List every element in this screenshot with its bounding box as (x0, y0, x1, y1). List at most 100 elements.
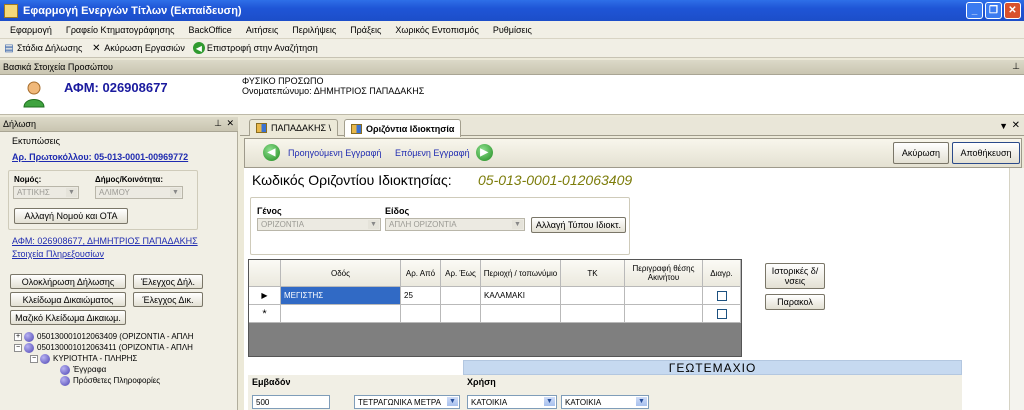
historic-addresses-button[interactable]: Ιστορικές δ/νσεις (765, 263, 825, 289)
tree-item-label: ΚΥΡΙΟΤΗΤΑ - ΠΛΗΡΗΣ (53, 354, 138, 364)
person-avatar-icon (23, 81, 45, 108)
person-name: Ονοματεπώνυμο: ΔΗΜΗΤΡΙΟΣ ΠΑΠΑΔΑΚΗΣ (242, 86, 425, 96)
cancel-button[interactable]: Ακύρωση (893, 142, 949, 164)
pin-icon[interactable]: ⊥ (1012, 61, 1020, 72)
table-cell[interactable]: ΜΕΓΙΣΤΗΣ (281, 287, 401, 305)
tree-item[interactable]: − 050130001012063411 (ΟΡΙΖΟΝΤΙΑ - ΑΠΛΗ (14, 343, 238, 354)
complete-declaration-button[interactable]: Ολοκλήρωση Δήλωσης (10, 274, 126, 289)
tree-item[interactable]: Έγγραφα (14, 365, 238, 376)
column-header[interactable]: Αρ. Από (401, 260, 441, 287)
table-cell[interactable] (441, 305, 481, 323)
column-header[interactable]: Περιγραφή θέσης Ακινήτου (625, 260, 703, 287)
menu-perilipseis[interactable]: Περιλήψεις (285, 25, 343, 35)
table-cell[interactable] (625, 305, 703, 323)
collapse-icon[interactable]: − (30, 355, 38, 363)
menu-backoffice[interactable]: BackOffice (181, 25, 238, 35)
tab-horizontal-property[interactable]: Οριζόντια Ιδιοκτησία (344, 119, 462, 137)
area-input[interactable]: 500 (252, 395, 330, 409)
delete-checkbox[interactable] (716, 290, 727, 301)
save-button[interactable]: Αποθήκευση (952, 142, 1020, 164)
property-code-value: 05-013-0001-012063409 (478, 172, 633, 188)
close-panel-icon[interactable]: ✕ (226, 118, 234, 129)
delete-checkbox[interactable] (716, 308, 727, 319)
area-label: Εμβαδόν (252, 377, 291, 387)
tab-papadakis[interactable]: ΠΑΠΑΔΑΚΗΣ \ (249, 119, 339, 136)
dimos-select[interactable]: ΑΛΙΜΟΥ ▼ (95, 186, 183, 199)
person-panel-header: Βασικά Στοιχεία Προσώπου ⊥ (0, 60, 1024, 75)
declaration-tree: +050130001012063409 (ΟΡΙΖΟΝΤΙΑ - ΑΠΛΗ − 0… (14, 332, 238, 410)
stadia-button[interactable]: ▤ Στάδια Δήλωσης (3, 42, 82, 54)
table-cell[interactable]: 25 (401, 287, 441, 305)
tree-item[interactable]: +050130001012063409 (ΟΡΙΖΟΝΤΙΑ - ΑΠΛΗ (14, 332, 238, 343)
table-cell[interactable] (481, 305, 561, 323)
eidos-select[interactable]: ΑΠΛΗ ΟΡΙΖΟΝΤΙΑ ▼ (385, 218, 525, 231)
table-cell[interactable]: ΚΑΛΑΜΑΚΙ (481, 287, 561, 305)
unit-value: ΤΕΤΡΑΓΩΝΙΚΑ ΜΕΤΡΑ (358, 397, 441, 407)
column-header[interactable]: Οδός (281, 260, 401, 287)
table-cell[interactable] (401, 305, 441, 323)
column-header[interactable]: ΤΚ (561, 260, 625, 287)
nomos-select[interactable]: ΑΤΤΙΚΗΣ ▼ (13, 186, 79, 199)
previous-record-button[interactable]: ◀ Προηγούμενη Εγγραφή (263, 144, 381, 161)
genos-select[interactable]: ΟΡΙΖΟΝΤΙΑ ▼ (257, 218, 381, 231)
nomos-value: ΑΤΤΙΚΗΣ (17, 188, 50, 197)
column-header[interactable]: Αρ. Έως (441, 260, 481, 287)
change-nomos-button[interactable]: Αλλαγή Νομού και ΟΤΑ (14, 208, 128, 224)
tree-item-label: Έγγραφα (73, 365, 107, 375)
chevron-down-icon: ▼ (368, 220, 379, 229)
menu-aitiseis[interactable]: Αιτήσεις (239, 25, 285, 35)
declaration-panel: Εκτυπώσεις Αρ. Πρωτοκόλλου: 05-013-0001-… (0, 132, 238, 410)
menu-praxeis[interactable]: Πράξεις (343, 25, 388, 35)
table-cell[interactable] (281, 305, 401, 323)
expand-icon[interactable]: + (14, 333, 22, 341)
afm-link[interactable]: ΑΦΜ: 026908677, ΔΗΜΗΤΡΙΟΣ ΠΑΠΑΔΑΚΗΣ (12, 236, 198, 246)
close-button[interactable]: ✕ (1004, 2, 1021, 19)
parcel-section: Εμβαδόν Χρήση 500 ΤΕΤΡΑΓΩΝΙΚΑ ΜΕΤΡΑ ▼ ΚΑ… (248, 375, 962, 410)
vertical-scrollbar[interactable] (1009, 168, 1024, 410)
column-header[interactable]: Διαγρ. (703, 260, 741, 287)
table-cell[interactable] (625, 287, 703, 305)
menu-grafeio[interactable]: Γραφείο Κτηματογράφησης (59, 25, 182, 35)
change-type-button[interactable]: Αλλαγή Τύπου Ιδιοκτ. (531, 217, 626, 233)
menu-efarmogi[interactable]: Εφαρμογή (3, 25, 59, 35)
use-select-2[interactable]: ΚΑΤΟΙΚΙΑ ▼ (561, 395, 649, 409)
menu-xorikos[interactable]: Χωρικός Εντοπισμός (388, 25, 485, 35)
lock-right-button[interactable]: Κλείδωμα Δικαιώματος (10, 292, 126, 307)
new-row-marker[interactable]: * (249, 305, 281, 323)
epistrofi-label: Επιστροφή στην Αναζήτηση (206, 43, 318, 53)
person-afm: ΑΦΜ: 026908677 (64, 80, 168, 95)
maximize-button[interactable]: ❐ (985, 2, 1002, 19)
delete-checkbox-cell (703, 305, 741, 323)
arrow-right-icon: ▶ (475, 144, 493, 161)
follow-button[interactable]: Παρακολ (765, 294, 825, 310)
tab-list-icon[interactable]: ▼ (999, 121, 1008, 131)
table-cell[interactable] (561, 287, 625, 305)
genos-label: Γένος (257, 206, 282, 216)
column-header[interactable]: Περιοχή / τοπωνύμιο (481, 260, 561, 287)
check-right-button[interactable]: Έλεγχος Δικ. (133, 292, 203, 307)
representatives-link[interactable]: Στοιχεία Πληρεξουσίων (12, 249, 104, 259)
akyrosi-button[interactable]: ✕ Ακύρωση Εργασιών (90, 42, 185, 54)
pin-icon[interactable]: ⊥ (214, 118, 222, 129)
use-select-1[interactable]: ΚΑΤΟΙΚΙΑ ▼ (467, 395, 557, 409)
unit-select[interactable]: ΤΕΤΡΑΓΩΝΙΚΑ ΜΕΤΡΑ ▼ (354, 395, 460, 409)
eidos-label: Είδος (385, 206, 410, 216)
row-selector-icon[interactable]: ▶ (249, 287, 281, 305)
tree-item[interactable]: Πρόσθετες Πληροφορίες (14, 376, 238, 387)
check-declaration-button[interactable]: Έλεγχος Δήλ. (133, 274, 203, 289)
table-cell[interactable] (561, 305, 625, 323)
eidos-value: ΑΠΛΗ ΟΡΙΖΟΝΤΙΑ (389, 220, 457, 229)
prints-label[interactable]: Εκτυπώσεις (12, 136, 60, 146)
tree-item[interactable]: − ΚΥΡΙΟΤΗΤΑ - ΠΛΗΡΗΣ (14, 354, 238, 365)
tab-label: ΠΑΠΑΔΑΚΗΣ \ (271, 123, 332, 133)
minimize-button[interactable]: _ (966, 2, 983, 19)
mass-lock-button[interactable]: Μαζικό Κλείδωμα Δικαιωμ. (10, 310, 126, 325)
epistrofi-button[interactable]: ◀ Επιστροφή στην Αναζήτηση (192, 42, 318, 54)
close-tab-icon[interactable]: ✕ (1012, 120, 1020, 131)
collapse-icon[interactable]: − (14, 344, 22, 352)
document-tabs: ΠΑΠΑΔΑΚΗΣ \ Οριζόντια Ιδιοκτησία ▼ ✕ (240, 117, 1024, 137)
next-record-button[interactable]: Επόμενη Εγγραφή ▶ (395, 144, 493, 161)
protocol-link[interactable]: Αρ. Πρωτοκόλλου: 05-013-0001-00969772 (12, 152, 188, 162)
menu-rythmiseis[interactable]: Ρυθμίσεις (486, 25, 539, 35)
table-cell[interactable] (441, 287, 481, 305)
